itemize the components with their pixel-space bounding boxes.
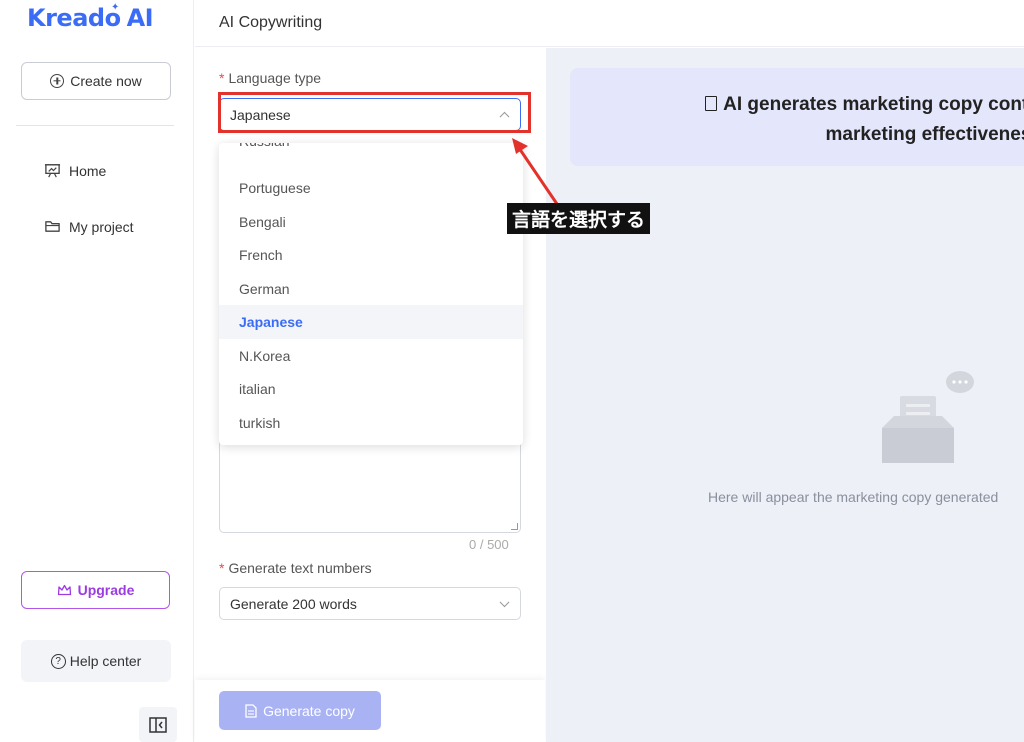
create-now-label: Create now bbox=[70, 73, 142, 89]
character-counter: 0 / 500 bbox=[469, 537, 509, 552]
sidebar-item-home[interactable]: Home bbox=[44, 162, 106, 179]
plus-circle-icon bbox=[50, 74, 65, 88]
upgrade-button[interactable]: Upgrade bbox=[21, 571, 170, 609]
content-textarea[interactable] bbox=[219, 438, 521, 533]
page-title: AI Copywriting bbox=[219, 14, 323, 31]
required-asterisk: * bbox=[219, 70, 225, 86]
sidebar-item-label: Home bbox=[69, 162, 107, 179]
language-type-label: * Language type bbox=[219, 70, 321, 86]
dropdown-option-french[interactable]: French bbox=[219, 238, 523, 272]
generate-numbers-label-text: Generate text numbers bbox=[228, 560, 372, 576]
dropdown-option-nkorea[interactable]: N.Korea bbox=[219, 339, 523, 373]
annotation-arrow bbox=[512, 138, 559, 205]
collapse-sidebar-button[interactable] bbox=[139, 707, 177, 742]
dropdown-option-italian[interactable]: italian bbox=[219, 372, 523, 406]
help-center-label: Help center bbox=[69, 653, 142, 669]
generate-numbers-select[interactable]: Generate 200 words bbox=[219, 587, 521, 620]
document-icon bbox=[245, 703, 257, 718]
banner-line-2: marketing effectiveness bbox=[825, 124, 1024, 145]
chevron-down-icon bbox=[499, 596, 510, 607]
generate-numbers-value: Generate 200 words bbox=[230, 595, 357, 612]
empty-state-illustration bbox=[882, 371, 974, 463]
required-asterisk: * bbox=[219, 560, 225, 576]
logo-text: Kreado bbox=[27, 4, 121, 32]
sidebar-item-label: My project bbox=[69, 218, 134, 235]
presentation-icon bbox=[44, 164, 61, 178]
language-type-label-text: Language type bbox=[228, 70, 322, 86]
resize-handle[interactable] bbox=[511, 523, 518, 530]
logo-ai: AI bbox=[126, 4, 154, 32]
sidebar: Kreado AI ✦ Create now Home My project Up… bbox=[0, 0, 194, 742]
question-icon: ? bbox=[50, 653, 66, 669]
logo[interactable]: Kreado AI ✦ bbox=[27, 2, 154, 36]
dropdown-option-turkish[interactable]: turkish bbox=[219, 406, 523, 440]
generate-copy-button[interactable]: Generate copy bbox=[219, 691, 381, 730]
folder-icon bbox=[45, 221, 60, 232]
dropdown-option-german[interactable]: German bbox=[219, 272, 523, 306]
annotation-label: 言語を選択する bbox=[507, 203, 651, 234]
annotation-highlight-box bbox=[218, 92, 531, 133]
sidebar-item-my-project[interactable]: My project bbox=[44, 218, 134, 235]
top-header: AI Copywriting bbox=[195, 0, 1024, 47]
sidebar-divider bbox=[16, 125, 174, 126]
banner-line-1-text: AI generates marketing copy content to bbox=[723, 94, 1024, 115]
dropdown-option-russian[interactable]: Russian bbox=[219, 143, 523, 158]
help-center-button[interactable]: ? Help center bbox=[21, 640, 171, 682]
banner-line-1: AI generates marketing copy content to bbox=[570, 90, 1024, 120]
dropdown-option-portuguese[interactable]: Portuguese bbox=[219, 171, 523, 205]
crown-icon bbox=[57, 584, 71, 596]
dropdown-option-bengali[interactable]: Bengali bbox=[219, 205, 523, 239]
document-icon bbox=[705, 96, 718, 111]
bottom-action-bar: Generate copy bbox=[195, 680, 545, 742]
preview-panel: AI generates marketing copy content to m… bbox=[546, 48, 1024, 742]
language-dropdown: Russian Portuguese Bengali French German… bbox=[219, 143, 523, 445]
dropdown-option-japanese[interactable]: Japanese bbox=[219, 305, 523, 339]
create-now-button[interactable]: Create now bbox=[21, 62, 171, 100]
upgrade-label: Upgrade bbox=[77, 582, 135, 598]
generate-numbers-label: * Generate text numbers bbox=[219, 560, 372, 576]
sparkle-icon: ✦ bbox=[111, 2, 119, 13]
empty-state-text: Here will appear the marketing copy gene… bbox=[708, 489, 999, 505]
info-banner: AI generates marketing copy content to m… bbox=[570, 68, 1024, 166]
sidebar-collapse-icon bbox=[149, 716, 167, 733]
generate-copy-label: Generate copy bbox=[263, 702, 355, 719]
